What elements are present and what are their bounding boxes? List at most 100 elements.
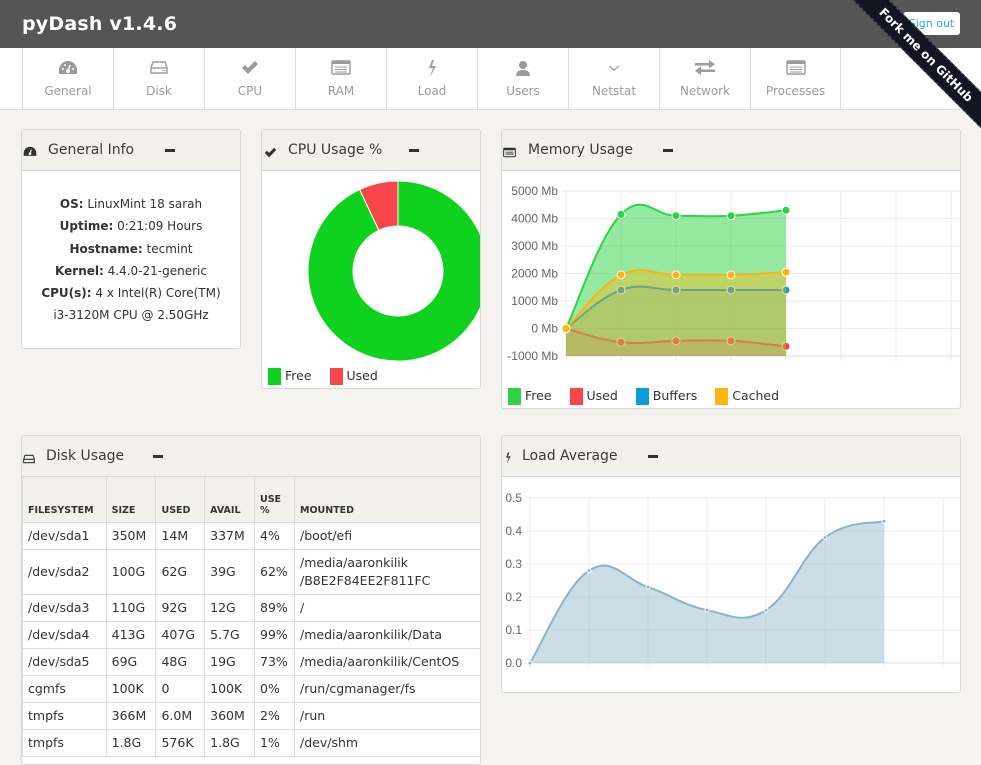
table-cell: /dev/sda1 <box>22 521 107 550</box>
panel-title: CPU Usage % <box>288 142 383 158</box>
table-row: tmpfs 1.8G 576K 1.8G 1%/dev/shm <box>22 728 480 757</box>
legend-label: Cached <box>732 388 780 403</box>
table-cell: 407G <box>155 620 206 649</box>
panel-header: Disk Usage <box>22 436 480 477</box>
column-header[interactable]: AVAIL <box>204 477 255 523</box>
cpu-usage-panel: CPU Usage % Free Used <box>261 129 481 389</box>
data-point <box>822 535 828 541</box>
nav-item-netstat[interactable]: Netstat <box>568 48 659 109</box>
info-label: Kernel: <box>55 263 104 278</box>
panel-header: Load Average <box>502 436 960 477</box>
data-point <box>704 607 710 613</box>
nav-item-processes[interactable]: Processes <box>750 48 841 109</box>
table-cell: 2% <box>254 701 295 730</box>
nav-item-general[interactable]: General <box>22 48 113 109</box>
list-alt-icon <box>751 60 840 82</box>
y-tick-label: 1000 Mb <box>511 294 558 308</box>
list-alt-icon <box>296 60 386 82</box>
legend-swatch <box>329 368 343 385</box>
info-value: 0:21:09 Hours <box>117 219 203 234</box>
table-cell: /media/aaronkilik/B8E2F84EE2F811FC <box>294 548 480 595</box>
table-cell: tmpfs <box>22 728 107 757</box>
info-label: Hostname: <box>69 241 143 256</box>
table-cell: /media/aaronkilik/CentOS <box>294 647 480 676</box>
data-point <box>781 205 791 215</box>
table-cell: 576K <box>155 728 206 757</box>
minimize-icon[interactable] <box>648 455 658 458</box>
legend-item-buffers: Buffers <box>635 388 697 405</box>
data-point <box>561 324 571 333</box>
load-area-chart: 0.5 0.4 0.3 0.2 0.1 0.0 <box>505 491 960 670</box>
data-point <box>527 660 533 666</box>
minimize-icon[interactable] <box>165 149 175 152</box>
y-tick-label: 4000 Mb <box>511 212 558 226</box>
table-cell: 92G <box>155 593 206 622</box>
table-cell: 350M <box>105 521 157 550</box>
column-header[interactable]: USED <box>155 477 206 523</box>
memory-usage-panel: Memory Usage 5000 Mb 4000 Mb 3000 Mb 2000 M… <box>501 129 961 409</box>
legend-swatch <box>508 388 521 405</box>
table-cell: 110G <box>105 593 157 622</box>
table-cell: 62G <box>155 548 206 595</box>
minimize-icon[interactable] <box>409 149 419 152</box>
minimize-icon[interactable] <box>153 455 163 458</box>
exchange-icon <box>660 60 750 82</box>
data-point <box>645 584 651 590</box>
table-cell: 1.8G <box>105 728 157 757</box>
nav-bar: General Disk CPU RAM Load Users Netstat … <box>0 48 981 110</box>
table-cell: 73% <box>254 647 295 676</box>
column-header[interactable]: MOUNTED <box>294 477 480 523</box>
data-point <box>616 270 626 280</box>
legend-label: Free <box>285 368 312 383</box>
data-point <box>781 267 791 277</box>
info-value: 4 x Intel(R) Core(TM) <box>95 286 221 301</box>
table-cell: 100G <box>105 548 157 595</box>
nav-item-disk[interactable]: Disk <box>113 48 204 109</box>
y-tick-label: 3000 Mb <box>511 239 558 253</box>
legend-swatch <box>715 388 729 405</box>
nav-label: Network <box>679 84 731 98</box>
table-cell: /dev/sda5 <box>22 647 107 676</box>
y-tick-label: 2000 Mb <box>511 267 558 281</box>
nav-item-network[interactable]: Network <box>659 48 750 109</box>
info-value: LinuxMint 18 sarah <box>87 197 203 211</box>
panel-header: Memory Usage <box>502 130 960 171</box>
memory-area-chart: 5000 Mb 4000 Mb 3000 Mb 2000 Mb 1000 Mb 0 Mb -… <box>507 184 960 363</box>
panel-title: Load Average <box>522 448 618 464</box>
data-point <box>726 211 736 221</box>
info-label: CPU(s): <box>41 286 92 301</box>
column-header[interactable]: USE % <box>254 477 295 523</box>
panel-header: General Info <box>22 130 240 171</box>
nav-item-cpu[interactable]: CPU <box>204 48 295 109</box>
nav-item-users[interactable]: Users <box>477 48 568 109</box>
table-cell: 6.0M <box>155 701 206 730</box>
info-value: tecmint <box>146 241 193 256</box>
table-row: cgmfs 100K 0 100K 0%/run/cgmanager/fs <box>22 674 480 703</box>
user-icon <box>478 60 568 82</box>
table-cell: 366M <box>105 701 157 730</box>
table-cell: 1.8G <box>204 728 255 757</box>
minimize-icon[interactable] <box>663 149 673 152</box>
info-row-cpu-model: i3-3120M CPU @ 2.50GHz <box>53 308 209 323</box>
nav-label: Netstat <box>591 84 637 98</box>
table-cell: 62% <box>254 548 295 595</box>
nav-item-load[interactable]: Load <box>386 48 477 109</box>
table-cell: 69G <box>105 647 157 676</box>
panel-title: Memory Usage <box>528 142 634 158</box>
nav-label: Disk <box>146 84 172 98</box>
legend-item-used: Used <box>329 368 378 385</box>
check-icon <box>264 143 278 158</box>
y-tick-label: 0.3 <box>505 557 522 571</box>
bolt-icon <box>504 449 518 464</box>
app-title[interactable]: pyDash v1.4.6 <box>22 13 177 35</box>
table-cell: /media/aaronkilik/Data <box>294 620 480 649</box>
data-point <box>881 518 887 524</box>
disk-usage-table: FILESYSTEM SIZE USED AVAIL USE % MOUNTED /dev… <box>22 477 480 757</box>
column-header[interactable]: FILESYSTEM <box>22 477 107 523</box>
nav-item-ram[interactable]: RAM <box>295 48 386 109</box>
table-cell: 4% <box>254 521 295 550</box>
y-tick-label: 5000 Mb <box>511 184 558 198</box>
column-header[interactable]: SIZE <box>105 477 157 523</box>
nav-label: General <box>44 84 92 98</box>
y-tick-label: -1000 Mb <box>507 349 558 363</box>
